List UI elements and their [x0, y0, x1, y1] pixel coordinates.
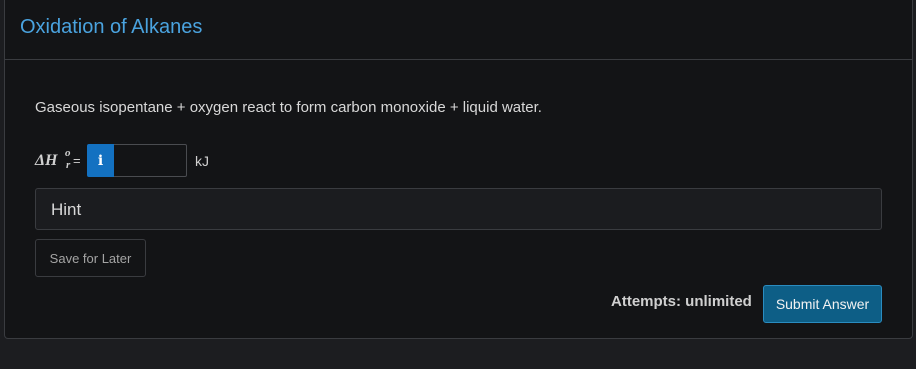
answer-input[interactable]	[114, 144, 187, 177]
question-text: Gaseous isopentane + oxygen react to for…	[35, 99, 542, 116]
submit-answer-button[interactable]: Submit Answer	[763, 285, 882, 323]
card-header: Oxidation of Alkanes	[5, 0, 912, 60]
attempts-text: Attempts: unlimited	[611, 293, 752, 310]
formula-main: ΔH	[35, 152, 58, 169]
answer-row: ΔH o r = i kJ	[35, 144, 209, 177]
hint-toggle[interactable]: Hint	[35, 188, 882, 230]
save-for-later-button[interactable]: Save for Later	[35, 239, 146, 277]
hint-label: Hint	[51, 200, 82, 219]
info-icon-glyph: i	[97, 152, 104, 169]
formula-subscript: r	[66, 159, 71, 171]
unit-label: kJ	[195, 152, 209, 169]
info-icon[interactable]: i	[87, 144, 114, 177]
formula-equals: =	[73, 153, 81, 168]
delta-h-formula: ΔH o r =	[35, 144, 87, 177]
page-title: Oxidation of Alkanes	[20, 16, 203, 38]
question-card: Oxidation of Alkanes Gaseous isopentane …	[4, 0, 913, 339]
